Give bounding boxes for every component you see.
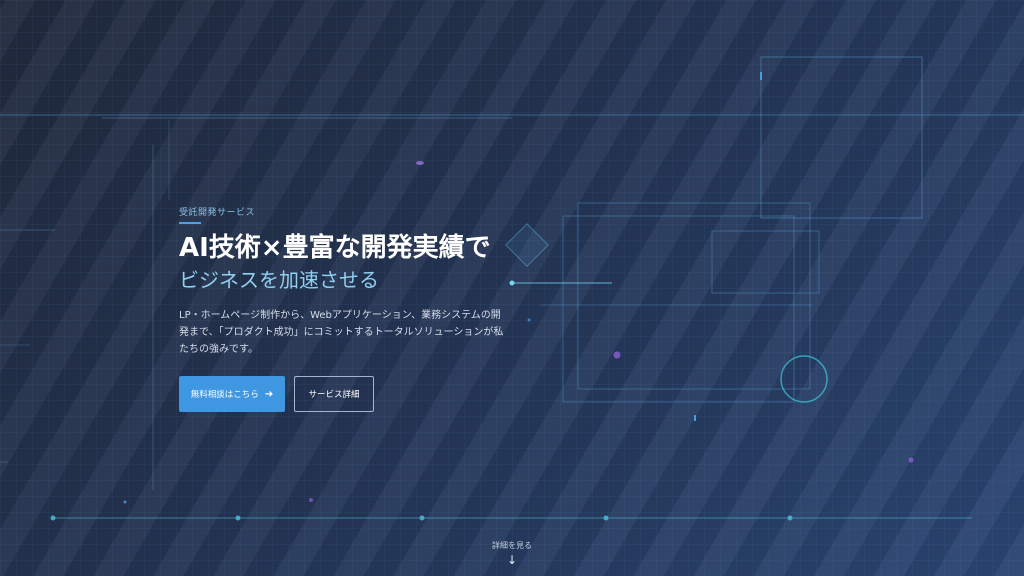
decorative-graphics — [0, 56, 1024, 521]
arrow-right-icon: ➔ — [264, 388, 274, 400]
free-consultation-label: 無料相談はこちら — [190, 390, 259, 400]
hero-title-line2: ビジネスを加速させる — [179, 268, 379, 292]
eyebrow-label: 受託開発サービス — [179, 208, 256, 218]
scroll-hint[interactable]: 詳細を見る ↓ — [472, 540, 552, 567]
hero-buttons: 無料相談はこちら ➔ サービス詳細 — [179, 376, 374, 412]
hero-section: 受託開発サービス AI技術×豊富な開発実績で ビジネスを加速させる LP・ホーム… — [0, 0, 1024, 576]
hero-description: LP・ホームページ制作から、Webアプリケーション、業務システムの開発まで、「プ… — [179, 310, 504, 355]
scroll-hint-label: 詳細を見る — [492, 541, 532, 550]
free-consultation-button[interactable]: 無料相談はこちら ➔ — [179, 376, 285, 412]
service-details-label: サービス詳細 — [308, 390, 360, 400]
hero-title-line1: AI技術×豊富な開発実績で — [179, 233, 491, 263]
hero-title: AI技術×豊富な開発実績で ビジネスを加速させる — [179, 232, 509, 295]
arrow-down-icon: ↓ — [506, 553, 518, 567]
eyebrow-underline — [179, 222, 201, 224]
hero-content: 受託開発サービス AI技術×豊富な開発実績で ビジネスを加速させる LP・ホーム… — [179, 205, 509, 412]
service-details-button[interactable]: サービス詳細 — [294, 376, 374, 412]
